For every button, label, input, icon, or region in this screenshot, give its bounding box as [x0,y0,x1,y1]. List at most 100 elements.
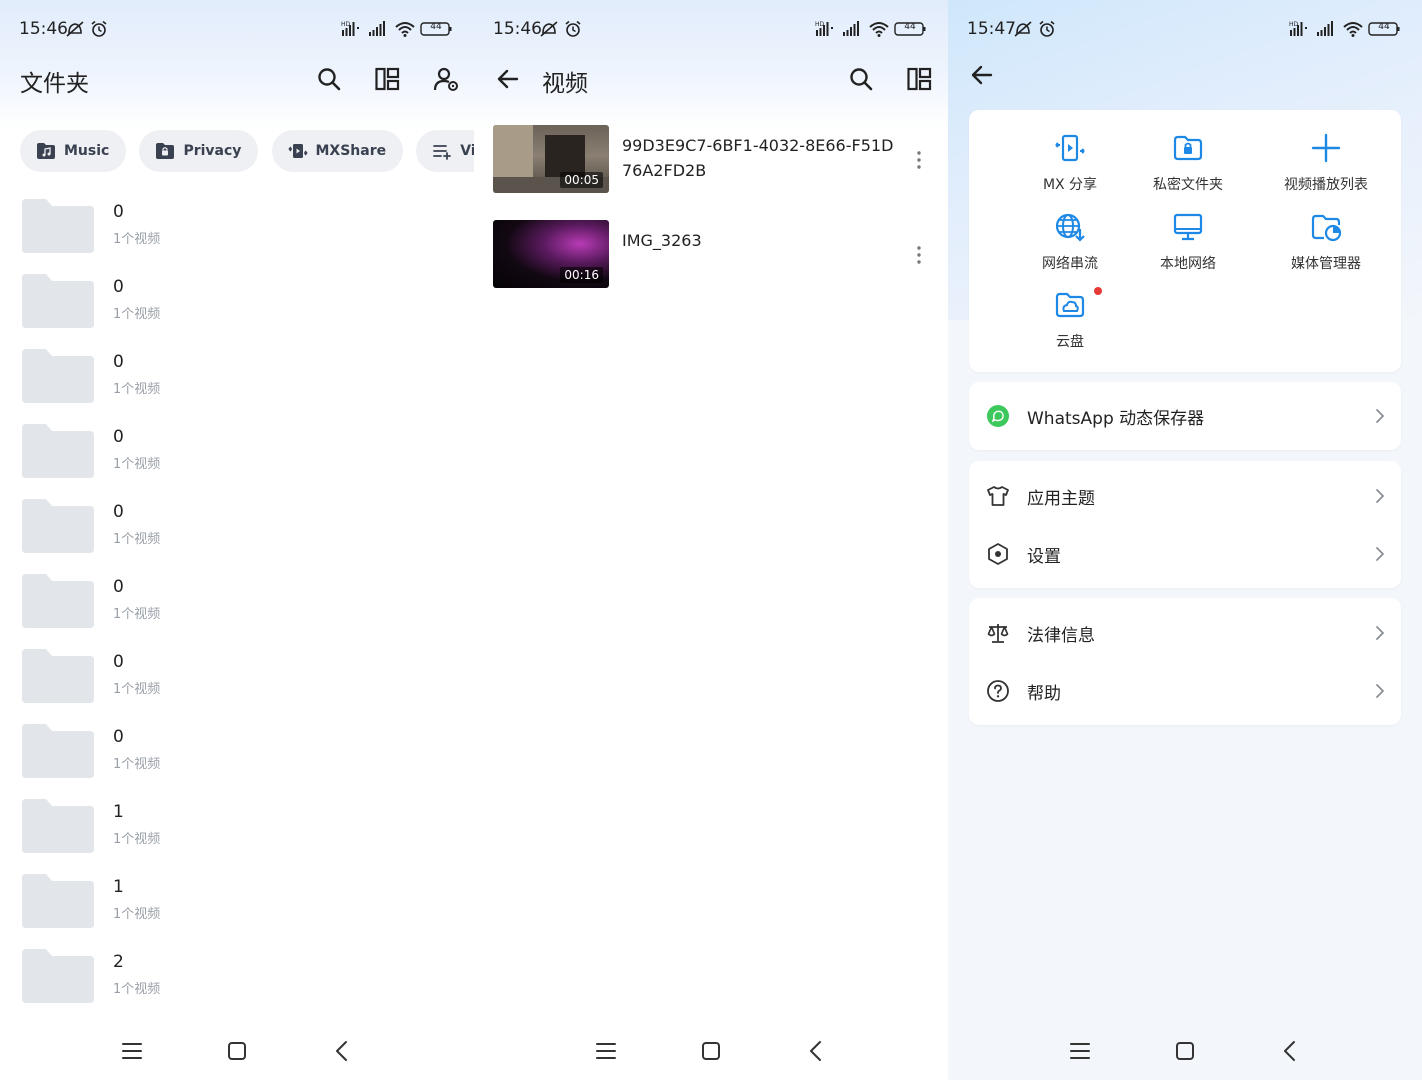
playlist-add-icon [433,145,452,160]
video-title: 99D3E9C7-6BF1-4032-8E66-F51D76A2FD2B [622,136,894,180]
scale-icon [987,624,1009,643]
chip-privacy[interactable]: Privacy [139,130,259,172]
status-time: 15:47 [967,19,1016,39]
alarm-icon [90,20,108,38]
back-arrow-icon[interactable] [969,62,995,88]
nav-back-icon[interactable] [804,1039,828,1063]
folder-icon [20,947,96,1005]
menu-item-whatsapp-saver[interactable]: WhatsApp 动态保存器 [969,388,1401,444]
video-item[interactable]: 00:16 IMG_3263 [474,220,948,288]
grid-item-label: 媒体管理器 [1291,256,1361,272]
settings-hex-icon [988,543,1008,565]
grid-layout-icon[interactable] [906,66,932,92]
grid-item-video-playlist[interactable]: 视频播放列表 [1256,132,1396,204]
folder-item[interactable]: 0 1个视频 [0,347,474,422]
whatsapp-icon [987,405,1009,427]
menu-screen: 15:47 44 MX 分享 私密文件夹 视频播放列表 网络串流 本地网络 媒体… [948,0,1422,1080]
folder-icon [20,422,96,480]
plus-icon [1311,133,1341,163]
system-nav-bar [0,1022,474,1080]
folder-count: 1个视频 [113,307,161,322]
folder-icon [20,347,96,405]
mx-share-icon [1055,134,1085,162]
quick-chips: Music Privacy MXShare Video l [20,130,474,172]
chip-label: MXShare [315,143,387,159]
menu-item-help[interactable]: 帮助 [969,663,1401,719]
video-duration: 00:16 [560,267,603,283]
folder-item[interactable]: 2 1个视频 [0,947,474,1022]
chevron-right-icon [1373,546,1387,562]
chevron-right-icon [1373,488,1387,504]
folder-count: 1个视频 [113,982,161,997]
folder-item[interactable]: 0 1个视频 [0,722,474,797]
folder-item[interactable]: 0 1个视频 [0,647,474,722]
back-arrow-icon[interactable] [495,66,521,92]
folder-count: 1个视频 [113,682,161,697]
video-item[interactable]: 00:05 99D3E9C7-6BF1-4032-8E66-F51D76A2FD… [474,125,948,193]
recent-apps-icon[interactable] [1068,1039,1092,1063]
system-nav-bar [474,1022,948,1080]
nav-back-icon[interactable] [330,1039,354,1063]
menu-item-label: 设置 [1027,547,1061,567]
grid-item-cloud-drive[interactable]: 云盘 [1000,287,1140,361]
menu-item-label: 帮助 [1027,684,1061,704]
page-title: 文件夹 [20,71,89,97]
search-icon[interactable] [316,66,342,92]
menu-item-app-theme[interactable]: 应用主题 [969,468,1401,524]
search-icon[interactable] [848,66,874,92]
folder-item[interactable]: 0 1个视频 [0,197,474,272]
folder-name: 0 [113,727,124,747]
chip-mxshare[interactable]: MXShare [271,130,404,172]
recent-apps-icon[interactable] [120,1039,144,1063]
recent-apps-icon[interactable] [594,1039,618,1063]
folder-count: 1个视频 [113,832,161,847]
folder-icon [20,497,96,555]
grid-item-private-folder[interactable]: 私密文件夹 [1118,132,1258,204]
user-settings-icon[interactable] [433,66,459,92]
grid-item-media-manager[interactable]: 媒体管理器 [1256,211,1396,283]
status-bar: 15:47 44 [948,0,1422,58]
alarm-icon [1038,20,1056,38]
folder-item[interactable]: 1 1个视频 [0,872,474,947]
home-icon[interactable] [1173,1039,1197,1063]
folder-item[interactable]: 0 1个视频 [0,572,474,647]
folder-count: 1个视频 [113,232,161,247]
folder-name: 0 [113,577,124,597]
home-icon[interactable] [699,1039,723,1063]
info-card: 法律信息 帮助 [969,598,1401,725]
folder-name: 0 [113,202,124,222]
app-bar [948,56,1422,102]
features-card: MX 分享 私密文件夹 视频播放列表 网络串流 本地网络 媒体管理器 云盘 [969,110,1401,372]
menu-item-legal[interactable]: 法律信息 [969,605,1401,661]
folder-icon [20,872,96,930]
chevron-right-icon [1373,408,1387,424]
cloud-drive-icon [1055,292,1085,318]
nav-back-icon[interactable] [1278,1039,1302,1063]
folder-item[interactable]: 1 1个视频 [0,797,474,872]
chip-music[interactable]: Music [20,130,127,172]
grid-item-local-network[interactable]: 本地网络 [1118,211,1258,283]
more-options-icon[interactable] [911,149,927,171]
menu-item-label: 应用主题 [1027,489,1095,509]
grid-item-label: 私密文件夹 [1153,177,1223,193]
folders-screen: 15:46 44 文件夹 Music Privacy MXShare Vi 0 … [0,0,474,1080]
battery-level: 44 [1378,22,1390,32]
system-nav-bar [948,1022,1422,1080]
private-folder-icon [1173,135,1203,161]
folder-item[interactable]: 0 1个视频 [0,272,474,347]
network-stream-icon [1055,213,1085,242]
folder-count: 1个视频 [113,457,161,472]
shirt-icon [987,486,1009,506]
menu-item-settings[interactable]: 设置 [969,526,1401,582]
folder-name: 1 [113,877,124,897]
folder-name: 0 [113,427,124,447]
home-icon[interactable] [225,1039,249,1063]
folder-item[interactable]: 0 1个视频 [0,497,474,572]
chip-video-playlist[interactable]: Video l [416,130,474,172]
folder-name: 2 [113,952,124,972]
app-bar: 视频 [474,56,948,102]
more-options-icon[interactable] [911,244,927,266]
lock-folder-icon [156,143,175,159]
folder-item[interactable]: 0 1个视频 [0,422,474,497]
grid-layout-icon[interactable] [374,66,400,92]
